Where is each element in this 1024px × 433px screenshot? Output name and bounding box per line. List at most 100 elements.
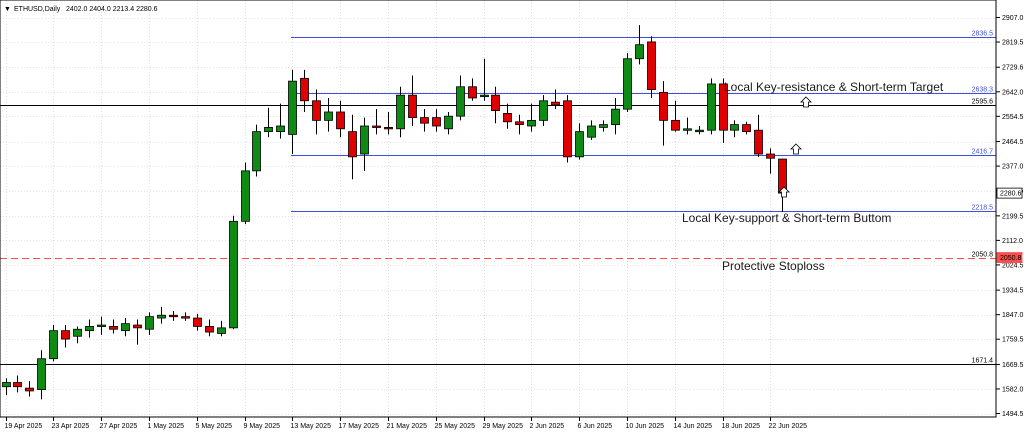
candle-body-2025-05-10 [264,126,273,133]
candle-body-2025-06-18 [730,124,739,131]
symbol-label: ETHUSD,Daily [14,6,61,13]
candle-body-2025-05-27 [468,86,477,99]
y-tick-label-8: 2199.5 [1002,213,1024,220]
candle-body-2025-06-07 [599,124,608,128]
candle-body-2025-05-01 [157,314,166,319]
x-tick-label-7: 17 May 2025 [339,423,380,430]
candle-body-2025-06-11 [647,41,656,90]
y-tick-label-1: 2819.5 [1002,40,1024,47]
annotation-support: Local Key-support & Short-term Buttom [682,211,891,225]
candle-body-2025-04-20 [25,387,34,392]
y-axis: 2907.0 2819.5 2729.6 2642.0 2554.5 2464.5 2377… [996,15,1024,418]
candle-body-2025-04-29 [133,324,142,329]
x-tick-label-5: 9 May 2025 [244,423,281,430]
candles [2,25,787,400]
y-tick-label-10: 2024.5 [1002,262,1024,269]
candle-body-2025-06-21 [766,153,775,159]
candle-body-2025-06-13 [671,119,680,131]
candle-body-2025-06-20 [754,129,763,155]
candle-body-2025-05-18 [360,125,369,155]
x-tick-label-16: 22 Jun 2025 [769,423,808,430]
y-tick-label-12: 1847.0 [1002,312,1024,319]
x-tick-label-6: 13 May 2025 [291,423,332,430]
candle-body-2025-06-08 [611,108,620,125]
candle-body-2025-05-16 [336,111,345,130]
level-label-2836.5: 2836.5 [972,31,994,38]
candle-body-2025-04-19 [13,382,22,388]
level-label-2595.6: 2595.6 [972,99,994,106]
level-label-2416.7: 2416.7 [972,149,994,156]
y-tick-label-4: 2554.5 [1002,114,1024,121]
candle-body-2025-06-09 [623,58,632,110]
x-tick-label-14: 14 Jun 2025 [674,423,713,430]
candle-body-2025-06-04 [563,100,572,158]
x-tick-label-12: 6 Jun 2025 [578,423,613,430]
y-tick-label-13: 1759.5 [1002,337,1024,344]
x-tick-label-15: 18 Jun 2025 [722,423,761,430]
annotation-resistance: Local Key-resistance & Short-term Target [724,80,944,94]
candle-body-2025-06-14 [683,128,692,131]
ohlc-label: 2402.0 2404.0 2213.4 2280.6 [66,6,158,13]
candle-body-2025-05-20 [384,126,393,130]
candle-body-2025-06-05 [575,131,584,158]
candle-body-2025-05-23 [420,117,429,124]
candle-body-2025-05-19 [372,125,381,128]
x-tick-label-3: 1 May 2025 [148,423,185,430]
candle-body-2025-05-28 [480,94,489,98]
y-tick-label-6: 2377.0 [1002,164,1024,171]
candle-body-2025-05-31 [515,121,524,125]
x-tick-label-10: 29 May 2025 [483,423,524,430]
candle-body-2025-05-24 [432,117,441,127]
candle-body-2025-04-27 [109,326,118,330]
x-axis: 19 Apr 2025 23 Apr 2025 27 Apr 2025 1 May 2… [5,417,808,430]
up-arrow-icon [790,143,802,155]
candle-body-2025-04-24 [73,328,82,337]
candle-body-2025-05-21 [396,94,405,130]
x-tick-label-8: 21 May 2025 [387,423,428,430]
annotation-stoploss: Protective Stoploss [722,259,825,273]
y-tick-label-15: 1582.0 [1002,386,1024,393]
candle-body-2025-05-11 [276,125,285,133]
candle-body-2025-06-01 [527,119,536,127]
x-tick-label-2: 27 Apr 2025 [100,423,138,430]
candle-body-2025-04-26 [97,324,106,327]
candle-body-2025-05-25 [444,115,453,130]
x-tick-label-4: 5 May 2025 [196,423,233,430]
candle-body-2025-06-12 [659,91,668,121]
x-tick-label-1: 23 Apr 2025 [52,423,90,430]
candle-body-2025-06-06 [587,125,596,138]
candle-body-2025-06-02 [539,100,548,121]
candle-body-2025-04-21 [37,358,46,390]
x-tick-label-11: 2 Jun 2025 [530,423,565,430]
x-tick-label-13: 10 Jun 2025 [626,423,665,430]
y-tick-label-9: 2112.0 [1002,238,1023,245]
candle-body-2025-05-09 [252,131,261,172]
candle-body-2025-05-06 [217,327,226,334]
candle-body-2025-05-07 [229,220,238,329]
header-triangle: ▼ [4,6,11,13]
y-tick-label-16: 1494.5 [1002,411,1024,418]
y-tick-label-2: 2729.6 [1002,65,1024,72]
stoploss-price-label: 2050.8 [1000,255,1022,262]
grid [0,0,996,417]
candle-body-2025-04-22 [49,330,58,360]
candle-body-2025-06-03 [551,101,560,106]
chart: 2836.5 2638.3 2595.6 2416.7 2218.5 2050.8 1671… [0,0,1024,430]
x-tick-label-9: 25 May 2025 [435,423,476,430]
candle-body-2025-04-18 [2,382,11,388]
candle-body-2025-05-12 [288,80,297,135]
candle-body-2025-05-13 [300,77,309,102]
candle-body-2025-04-23 [61,330,70,340]
candle-body-2025-05-14 [312,100,321,121]
candle-body-2025-05-04 [193,317,202,327]
y-tick-label-3: 2642.0 [1002,89,1024,96]
candle-body-2025-06-16 [707,83,716,131]
x-tick-label-0: 19 Apr 2025 [5,423,43,430]
candle-body-2025-04-28 [121,323,130,332]
candle-body-2025-05-05 [205,326,214,333]
level-label-2050.8: 2050.8 [972,252,994,259]
candle-body-2025-04-30 [145,316,154,330]
candle-body-2025-06-15 [695,129,704,133]
candle-body-2025-05-26 [456,86,465,117]
y-tick-label-11: 1934.5 [1002,288,1024,295]
